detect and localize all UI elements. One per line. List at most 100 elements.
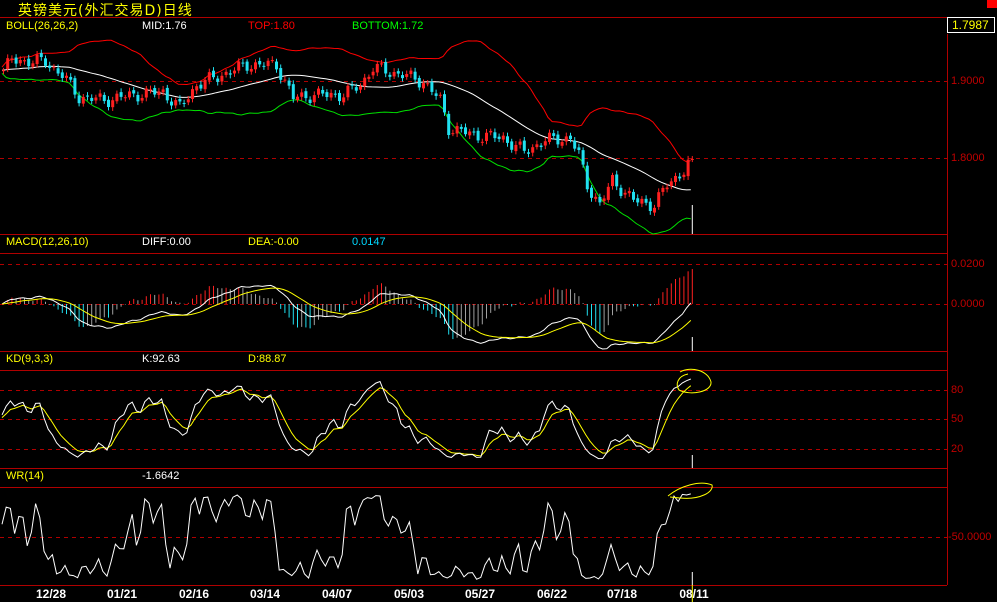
candle-body [422, 83, 425, 89]
candle-body [417, 78, 421, 88]
candle-body [464, 127, 467, 135]
candle-body [510, 141, 514, 150]
candle-body [241, 62, 245, 64]
candle-body [602, 198, 606, 202]
candle-body [73, 78, 77, 95]
candle-body [380, 63, 383, 65]
candle-body [6, 58, 10, 70]
candle-body [384, 61, 388, 74]
candle-body [661, 187, 665, 192]
candle-body [207, 72, 211, 81]
candle-body [556, 134, 560, 145]
candle-body [569, 135, 572, 140]
candle-body [506, 136, 509, 143]
candle-body [371, 71, 375, 76]
candle-body [674, 175, 677, 183]
candle-body [363, 77, 367, 87]
candle-body [657, 192, 661, 207]
candle-body [199, 84, 203, 89]
candle-body [447, 113, 451, 136]
candle-body [18, 59, 22, 64]
candle-body [564, 136, 568, 142]
candle-body [560, 142, 564, 146]
candle-body [388, 74, 392, 77]
candle-body [501, 135, 505, 140]
candle-body [690, 159, 694, 161]
candle-body [606, 186, 610, 200]
candle-body [178, 98, 182, 102]
candle-body [10, 58, 14, 60]
candle-body [52, 66, 56, 68]
candle-body [644, 198, 648, 203]
candle-body [548, 132, 551, 143]
candle-body [266, 60, 270, 67]
candle-body [405, 73, 409, 77]
candle-body [56, 68, 60, 74]
candle-body [203, 80, 207, 90]
candle-body [497, 136, 501, 139]
candle-body [279, 68, 283, 80]
candle-body [598, 197, 602, 203]
wr-line [1, 493, 691, 580]
candle-body [212, 70, 215, 78]
candle-body [195, 86, 199, 91]
candle-body [128, 91, 131, 98]
candle-body [262, 65, 266, 67]
candle-body [585, 165, 589, 190]
candle-body [249, 68, 253, 72]
candle-body [77, 95, 81, 104]
candle-body [237, 61, 241, 71]
candle-body [304, 91, 308, 99]
candle-body [325, 92, 329, 98]
candle-body [119, 92, 123, 97]
candle-body [480, 141, 484, 143]
annotation-circle [676, 368, 712, 394]
candle-body [632, 191, 635, 200]
candle-body [535, 144, 539, 148]
candle-body [438, 94, 442, 96]
candle-body [678, 176, 682, 179]
candle-body [350, 84, 354, 86]
candle-body [233, 70, 236, 74]
candle-body [359, 86, 362, 90]
candle-body [354, 87, 358, 91]
candle-body [682, 174, 686, 177]
candle-body [590, 187, 593, 198]
candle-body [14, 57, 18, 64]
candle-body [552, 133, 556, 136]
candle-body [396, 71, 400, 74]
candle-body [367, 76, 371, 79]
candle-body [527, 152, 530, 154]
candle-body [65, 75, 68, 78]
candle-body [132, 90, 136, 94]
candle-body [296, 96, 299, 101]
candle-body [543, 141, 547, 146]
candle-body [283, 79, 287, 81]
candle-body [636, 198, 640, 203]
candle-body [90, 97, 94, 101]
candle-body [149, 89, 152, 91]
candle-body [443, 94, 446, 113]
candle-body [430, 81, 434, 92]
candle-body [39, 53, 43, 58]
candle-body [619, 187, 623, 196]
candle-body [2, 70, 5, 72]
candle-body [333, 93, 337, 95]
candle-body [136, 94, 140, 102]
candle-body [468, 131, 472, 136]
chart-canvas[interactable] [0, 0, 997, 602]
candle-body [375, 63, 379, 73]
candle-body [123, 97, 127, 99]
candle-body [531, 147, 535, 153]
candle-body [161, 89, 165, 93]
annotation-circle [667, 482, 713, 499]
candle-body [165, 87, 169, 101]
candle-body [413, 71, 417, 80]
candle-body [31, 63, 35, 67]
candle-body [182, 102, 186, 104]
candle-body [220, 75, 224, 82]
candle-body [686, 159, 690, 177]
candle-body [627, 191, 631, 194]
candle-body [140, 98, 144, 101]
candle-body [640, 198, 644, 204]
